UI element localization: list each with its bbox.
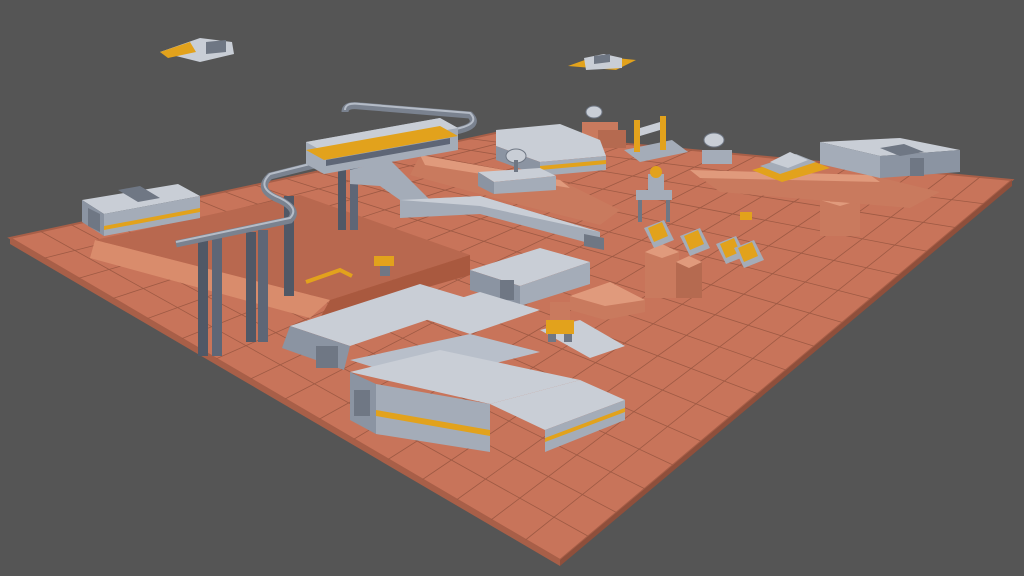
bunker-center-door[interactable] xyxy=(500,280,514,300)
crane-head xyxy=(650,166,662,178)
main-base-door-left[interactable] xyxy=(316,346,338,368)
satellite-dish-2[interactable] xyxy=(585,105,603,119)
hangar-east-door[interactable] xyxy=(910,158,924,176)
pillar-3 xyxy=(246,232,256,342)
pillar-4 xyxy=(258,230,268,342)
satellite-dish-3[interactable] xyxy=(703,132,725,148)
isometric-scene[interactable] xyxy=(0,0,1024,576)
rover-2[interactable] xyxy=(740,212,752,220)
rock-pillar-1 xyxy=(645,244,679,298)
rock-pillar-2 xyxy=(676,256,702,298)
hover-ship-1[interactable] xyxy=(160,38,234,62)
pillar-1 xyxy=(198,240,208,356)
pillar-6 xyxy=(338,166,346,230)
hover-ship-2[interactable] xyxy=(568,54,636,70)
dish-east[interactable] xyxy=(702,132,732,164)
game-viewport[interactable] xyxy=(0,0,1024,576)
main-base-door-front[interactable] xyxy=(354,390,370,416)
hover-ship-1-cockpit xyxy=(206,40,226,54)
pillar-2 xyxy=(212,238,222,356)
